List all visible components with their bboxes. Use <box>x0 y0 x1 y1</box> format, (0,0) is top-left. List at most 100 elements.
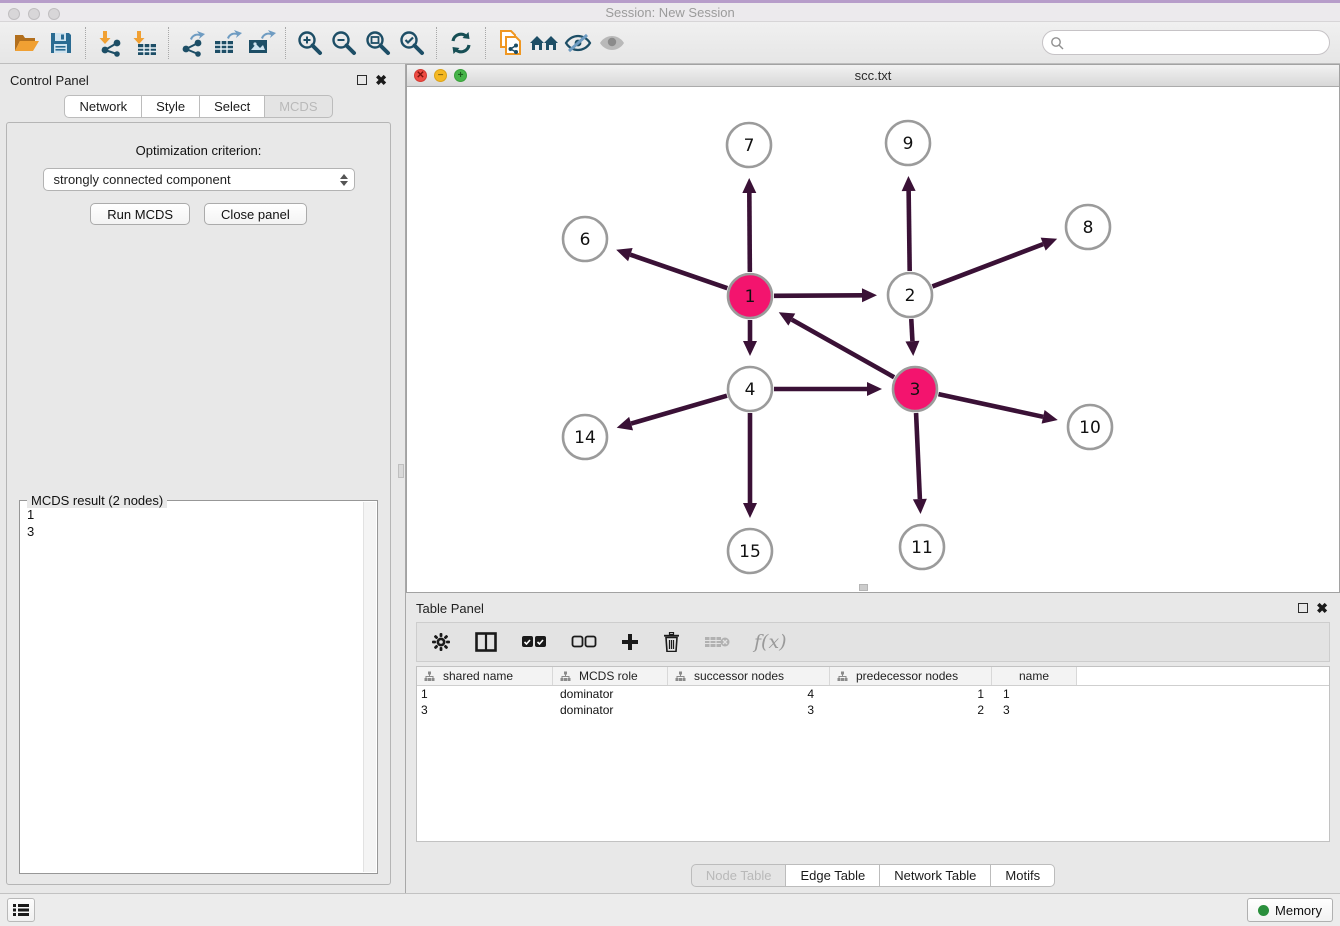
hide-selected-button[interactable] <box>561 26 595 60</box>
table-header-filler <box>1077 667 1329 685</box>
unselect-all-columns-icon[interactable] <box>571 635 597 649</box>
optimization-criterion-select[interactable]: strongly connected component <box>43 168 355 191</box>
toolbar-separator <box>85 27 86 59</box>
toolbar-separator <box>485 27 486 59</box>
node-label-8: 8 <box>1083 218 1094 238</box>
mcds-result-list[interactable]: 13 <box>21 502 363 872</box>
close-panel-button[interactable]: Close panel <box>204 203 307 225</box>
zoom-in-icon <box>296 29 324 57</box>
settings-gear-icon[interactable] <box>431 632 451 652</box>
column-header-MCDS-role[interactable]: MCDS role <box>553 667 668 685</box>
open-session-button[interactable] <box>10 26 44 60</box>
canvas-scrollbar-thumb[interactable] <box>859 584 868 591</box>
search-input[interactable] <box>1042 30 1330 55</box>
edge-2-9[interactable] <box>909 191 910 271</box>
column-header-predecessor-nodes[interactable]: predecessor nodes <box>830 667 992 685</box>
node-label-3: 3 <box>910 380 921 400</box>
table-row[interactable]: 3dominator323 <box>417 702 1329 718</box>
run-mcds-button[interactable]: Run MCDS <box>90 203 190 225</box>
control-panel-title: Control Panel <box>10 73 89 88</box>
table-row[interactable]: 1dominator411 <box>417 686 1329 702</box>
new-network-from-selection-button[interactable] <box>493 26 527 60</box>
tab-edge-table[interactable]: Edge Table <box>786 864 880 887</box>
network-maximize-icon[interactable]: + <box>454 69 467 82</box>
export-table-button[interactable] <box>210 26 244 60</box>
workspace: ✕ − + scc.txt 7968124314101511 Table Pan… <box>406 64 1340 893</box>
memory-button[interactable]: Memory <box>1247 898 1333 922</box>
close-panel-icon[interactable]: ✖ <box>375 75 387 85</box>
window-zoom-icon[interactable] <box>48 8 60 20</box>
zoom-in-button[interactable] <box>293 26 327 60</box>
edge-2-8[interactable] <box>932 244 1043 286</box>
float-panel-icon[interactable] <box>357 75 367 85</box>
tab-select[interactable]: Select <box>200 95 265 118</box>
edge-1-7[interactable] <box>749 193 750 272</box>
tab-network[interactable]: Network <box>64 95 142 118</box>
cell-MCDS-role[interactable]: dominator <box>553 702 668 718</box>
result-scrollbar[interactable] <box>363 502 376 872</box>
cell-name[interactable]: 3 <box>992 702 1077 718</box>
show-all-button[interactable] <box>595 26 629 60</box>
cell-shared-name[interactable]: 3 <box>417 702 553 718</box>
optimization-criterion-value: strongly connected component <box>54 172 231 187</box>
delete-column-icon[interactable] <box>663 632 680 652</box>
edge-1-6[interactable] <box>630 255 727 288</box>
network-minimize-icon[interactable]: − <box>434 69 447 82</box>
first-neighbors-button[interactable] <box>527 26 561 60</box>
import-table-button[interactable] <box>127 26 161 60</box>
import-network-button[interactable] <box>93 26 127 60</box>
network-canvas[interactable]: 7968124314101511 <box>407 87 1339 592</box>
task-history-button[interactable] <box>7 898 35 922</box>
refresh-icon <box>447 29 475 57</box>
column-header-name[interactable]: name <box>992 667 1077 685</box>
import-table-icon <box>130 29 158 57</box>
cell-MCDS-role[interactable]: dominator <box>553 686 668 702</box>
tab-node-table[interactable]: Node Table <box>691 864 787 887</box>
cell-successor-nodes[interactable]: 3 <box>668 702 830 718</box>
window-title: Session: New Session <box>0 3 1340 22</box>
edge-1-2[interactable] <box>774 295 862 296</box>
table-panel-title: Table Panel <box>416 601 484 616</box>
column-header-label: MCDS role <box>579 669 638 683</box>
tab-motifs[interactable]: Motifs <box>991 864 1055 887</box>
panel-divider[interactable] <box>397 64 406 893</box>
export-image-button[interactable] <box>244 26 278 60</box>
zoom-out-button[interactable] <box>327 26 361 60</box>
cell-predecessor-nodes[interactable]: 1 <box>830 686 992 702</box>
cell-predecessor-nodes[interactable]: 2 <box>830 702 992 718</box>
column-header-shared-name[interactable]: shared name <box>417 667 553 685</box>
close-table-panel-icon[interactable]: ✖ <box>1316 603 1328 613</box>
apply-function-icon: f(x) <box>754 631 787 653</box>
export-network-button[interactable] <box>176 26 210 60</box>
edge-4-14[interactable] <box>631 396 727 424</box>
select-arrows-icon <box>340 174 348 186</box>
refresh-view-button[interactable] <box>444 26 478 60</box>
memory-status-icon <box>1258 905 1269 916</box>
toolbar-separator <box>285 27 286 59</box>
edge-3-10[interactable] <box>938 394 1043 417</box>
tab-network-table[interactable]: Network Table <box>880 864 991 887</box>
divider-handle-icon[interactable] <box>398 464 404 478</box>
network-graph[interactable]: 7968124314101511 <box>407 87 1339 592</box>
new-network-from-selection-icon <box>496 28 524 58</box>
edge-2-3[interactable] <box>911 319 912 341</box>
float-table-panel-icon[interactable] <box>1298 603 1308 613</box>
show-columns-icon[interactable] <box>475 632 497 652</box>
zoom-selected-button[interactable] <box>395 26 429 60</box>
add-column-icon[interactable] <box>621 633 639 651</box>
window-minimize-icon[interactable] <box>28 8 40 20</box>
edge-3-11[interactable] <box>916 413 920 499</box>
edge-3-1[interactable] <box>792 320 894 378</box>
window-close-icon[interactable] <box>8 8 20 20</box>
save-session-button[interactable] <box>44 26 78 60</box>
node-label-14: 14 <box>574 428 596 448</box>
select-all-columns-icon[interactable] <box>521 635 547 649</box>
tab-mcds[interactable]: MCDS <box>265 95 332 118</box>
network-close-icon[interactable]: ✕ <box>414 69 427 82</box>
zoom-fit-button[interactable] <box>361 26 395 60</box>
tab-style[interactable]: Style <box>142 95 200 118</box>
cell-name[interactable]: 1 <box>992 686 1077 702</box>
column-header-successor-nodes[interactable]: successor nodes <box>668 667 830 685</box>
cell-successor-nodes[interactable]: 4 <box>668 686 830 702</box>
cell-shared-name[interactable]: 1 <box>417 686 553 702</box>
